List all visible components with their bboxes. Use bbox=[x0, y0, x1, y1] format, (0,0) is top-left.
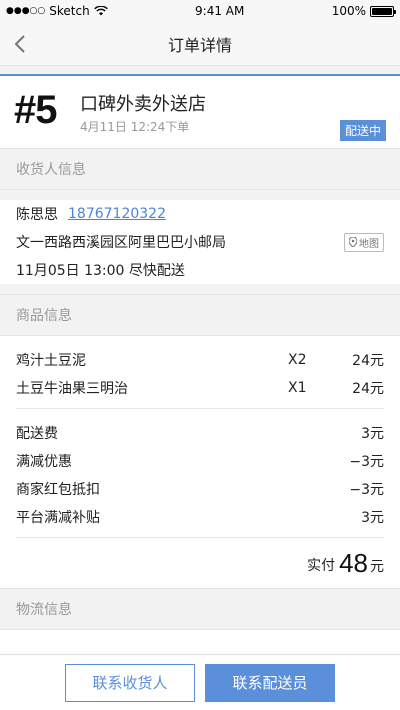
goods-section-title: 商品信息 bbox=[0, 294, 400, 336]
fee-row: 平台满减补贴 3元 bbox=[16, 503, 384, 531]
contact-courier-button[interactable]: 联系配送员 bbox=[205, 663, 335, 702]
list-item: 鸡汁土豆泥 X2 24元 bbox=[16, 346, 384, 374]
wifi-icon bbox=[93, 6, 108, 16]
goods-info: 鸡汁土豆泥 X2 24元 土豆牛油果三明治 X1 24元 配送费 3元 满减优惠… bbox=[0, 336, 400, 588]
battery-percent: 100% bbox=[331, 4, 366, 18]
carrier-label: Sketch bbox=[49, 4, 90, 18]
total-unit: 元 bbox=[370, 559, 384, 575]
receiver-contact-row: 陈思思 18767120322 bbox=[16, 200, 384, 228]
delivery-time-row: 11月05日 13:00 尽快配送 bbox=[16, 256, 384, 284]
battery-icon bbox=[370, 5, 396, 17]
order-header: #5 口碑外卖外送店 4月11日 12:24下单 配送中 bbox=[0, 74, 400, 148]
fee-value: 3元 bbox=[361, 426, 384, 442]
fee-label: 平台满减补贴 bbox=[16, 510, 100, 526]
item-price: 24元 bbox=[352, 353, 384, 369]
item-name: 鸡汁土豆泥 bbox=[16, 353, 86, 369]
fee-list: 配送费 3元 满减优惠 −3元 商家红包抵扣 −3元 平台满减补贴 3元 bbox=[16, 409, 384, 538]
fee-label: 配送费 bbox=[16, 426, 58, 442]
fee-label: 满减优惠 bbox=[16, 454, 72, 470]
item-qty: X2 bbox=[288, 352, 307, 368]
order-time: 4月11日 12:24下单 bbox=[80, 120, 190, 134]
bottom-action-bar: 联系收货人 联系配送员 bbox=[0, 654, 400, 710]
receiver-info: 陈思思 18767120322 文一西路西溪园区阿里巴巴小邮局 地图 11月05… bbox=[0, 200, 400, 284]
contact-receiver-button[interactable]: 联系收货人 bbox=[65, 663, 195, 702]
fee-row: 配送费 3元 bbox=[16, 419, 384, 447]
goods-list: 鸡汁土豆泥 X2 24元 土豆牛油果三明治 X1 24元 bbox=[16, 336, 384, 409]
receiver-section-title: 收货人信息 bbox=[0, 148, 400, 190]
item-price: 24元 bbox=[352, 381, 384, 397]
navigation-bar: 订单详情 bbox=[0, 22, 400, 66]
logistics-section-title: 物流信息 bbox=[0, 588, 400, 630]
item-name: 土豆牛油果三明治 bbox=[16, 381, 128, 397]
fee-value: −3元 bbox=[349, 454, 384, 470]
clock: 9:41 AM bbox=[195, 4, 245, 18]
page-title: 订单详情 bbox=[167, 35, 232, 55]
chevron-left-icon bbox=[14, 35, 25, 53]
status-left: ●●●○○ Sketch bbox=[6, 4, 108, 18]
store-name: 口碑外卖外送店 bbox=[80, 94, 206, 115]
fee-value: 3元 bbox=[361, 510, 384, 526]
order-number: #5 bbox=[14, 88, 57, 132]
map-button[interactable]: 地图 bbox=[344, 232, 384, 252]
item-qty: X1 bbox=[288, 380, 307, 396]
map-button-label: 地图 bbox=[359, 238, 379, 250]
list-item: 土豆牛油果三明治 X1 24元 bbox=[16, 374, 384, 402]
total-row: 实付 48 元 bbox=[16, 538, 384, 588]
total-label: 实付 bbox=[307, 558, 336, 574]
spacer bbox=[0, 66, 400, 74]
fee-label: 商家红包抵扣 bbox=[16, 482, 100, 498]
signal-icon: ●●●○○ bbox=[6, 6, 46, 16]
receiver-address: 文一西路西溪园区阿里巴巴小邮局 bbox=[16, 235, 226, 251]
receiver-address-row: 文一西路西溪园区阿里巴巴小邮局 地图 bbox=[16, 228, 384, 256]
delivery-time: 11月05日 13:00 尽快配送 bbox=[16, 263, 185, 279]
back-button[interactable] bbox=[8, 30, 32, 58]
fee-row: 满减优惠 −3元 bbox=[16, 447, 384, 475]
status-bar: ●●●○○ Sketch 9:41 AM 100% bbox=[0, 0, 400, 22]
fee-row: 商家红包抵扣 −3元 bbox=[16, 475, 384, 503]
location-pin-icon bbox=[349, 237, 357, 247]
fee-value: −3元 bbox=[349, 482, 384, 498]
receiver-name: 陈思思 bbox=[16, 207, 58, 223]
status-badge: 配送中 bbox=[339, 120, 386, 141]
receiver-phone-link[interactable]: 18767120322 bbox=[68, 206, 166, 222]
status-right: 100% bbox=[331, 4, 396, 18]
total-amount: 48 bbox=[339, 547, 368, 578]
